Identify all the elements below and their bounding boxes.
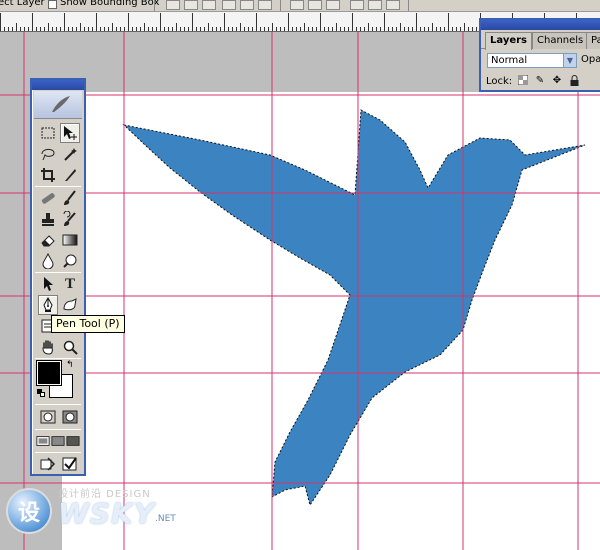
toolbox-title-bar[interactable]: [32, 80, 84, 90]
lock-image-pixels-icon[interactable]: ✎: [534, 75, 546, 87]
move-icon[interactable]: [60, 123, 80, 143]
toolbox-divider: [35, 429, 81, 430]
bird-selection-path: [122, 109, 586, 507]
custom-shape-icon[interactable]: [60, 295, 80, 315]
full-screen-mode-icon[interactable]: [66, 431, 80, 451]
quick-mask-mode-icon[interactable]: [60, 407, 80, 427]
tab-layers[interactable]: Layers: [485, 32, 532, 50]
feather-icon: [52, 96, 70, 112]
zoom-icon[interactable]: [60, 337, 80, 357]
layers-panel[interactable]: Layers Channels Pa Normal ▼ Opac Lock: ✎…: [479, 18, 600, 92]
history-brush-icon[interactable]: [60, 209, 80, 229]
toolbox-panel[interactable]: T ↰: [30, 78, 86, 476]
lock-label: Lock:: [486, 76, 513, 87]
tab-paths[interactable]: Pa: [586, 32, 600, 49]
slice-icon[interactable]: [60, 165, 80, 185]
blur-icon[interactable]: [38, 251, 58, 271]
healing-brush-icon[interactable]: [38, 188, 58, 208]
lasso-icon[interactable]: [38, 144, 58, 164]
rectangular-marquee-icon[interactable]: [38, 123, 58, 143]
watermark-brand: WSKY: [58, 497, 156, 530]
toolbox-divider: [35, 404, 81, 405]
dodge-icon[interactable]: [60, 251, 80, 271]
lock-transparent-pixels-icon[interactable]: [517, 74, 529, 87]
watermark-domain: .NET: [155, 514, 176, 524]
lock-all-icon[interactable]: [568, 75, 580, 87]
toolbox-divider: [35, 272, 81, 273]
tab-channels[interactable]: Channels: [532, 32, 589, 49]
clone-stamp-icon[interactable]: [38, 209, 58, 229]
full-screen-menu-mode-icon[interactable]: [51, 431, 65, 451]
layers-panel-tabs: Layers Channels Pa: [481, 32, 600, 50]
crop-icon[interactable]: [38, 165, 58, 185]
checkmark-icon[interactable]: [60, 454, 80, 474]
layers-panel-title-bar[interactable]: [481, 20, 600, 30]
toolbox-divider: [35, 186, 81, 187]
blend-mode-value: Normal: [491, 55, 528, 66]
toolbox-divider: [35, 452, 81, 453]
standard-mode-icon[interactable]: [38, 407, 58, 427]
swap-colors-icon[interactable]: ↰: [66, 360, 76, 370]
eraser-icon[interactable]: [38, 230, 58, 250]
jump-to-imageready-icon[interactable]: [38, 454, 58, 474]
magic-wand-icon[interactable]: [60, 144, 80, 164]
brush-icon[interactable]: [60, 188, 80, 208]
hand-icon[interactable]: [38, 337, 58, 357]
foreground-color-swatch[interactable]: [36, 360, 62, 386]
standard-screen-mode-icon[interactable]: [36, 431, 50, 451]
lock-position-icon[interactable]: ✥: [551, 75, 563, 87]
opacity-label: Opac: [581, 54, 600, 65]
chevron-down-icon: ▼: [563, 54, 576, 67]
feather-logo[interactable]: [34, 91, 82, 119]
path-selection-icon[interactable]: [38, 274, 58, 294]
toolbox-divider: [35, 358, 81, 359]
hummingbird-shape[interactable]: [122, 109, 586, 507]
default-colors-icon[interactable]: [37, 389, 45, 397]
watermark-logo: 设: [6, 488, 52, 534]
watermark: 设 设计前沿 DESIGN WSKY .NET: [0, 481, 182, 550]
pen-tool-tooltip: Pen Tool (P): [51, 315, 125, 333]
blend-mode-select[interactable]: Normal ▼: [487, 53, 577, 68]
gradient-icon[interactable]: [60, 230, 80, 250]
type-icon[interactable]: T: [60, 274, 80, 294]
pen-icon[interactable]: [38, 295, 58, 315]
